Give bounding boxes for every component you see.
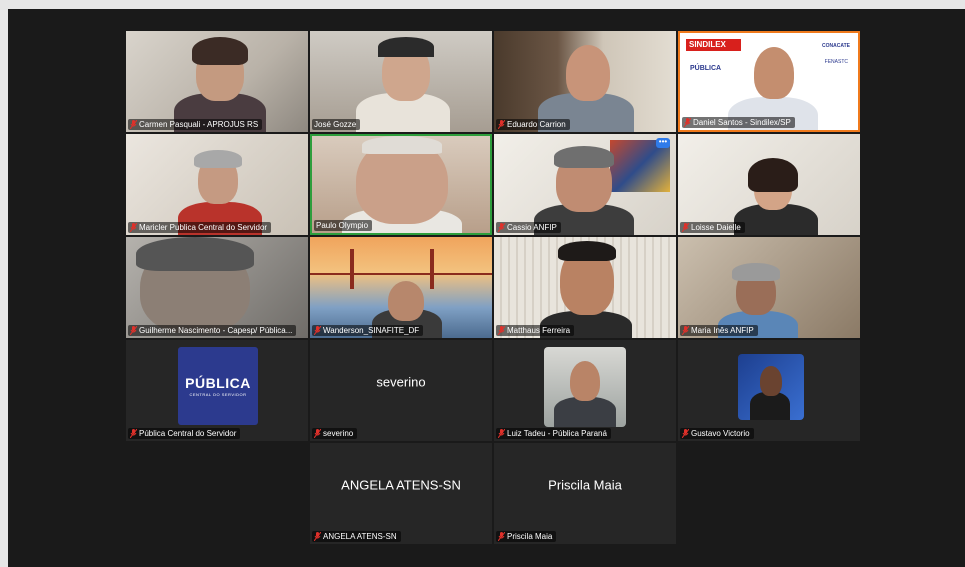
participant-tile[interactable]: ANGELA ATENS-SN ANGELA ATENS-SN — [310, 443, 492, 544]
video-feed — [126, 134, 308, 235]
bridge-tower — [350, 249, 354, 289]
participant-tile[interactable]: Maricler Publica Central do Servidor — [126, 134, 308, 235]
video-feed — [126, 31, 308, 132]
muted-mic-icon — [684, 118, 691, 127]
participant-name: severino — [312, 428, 358, 439]
muted-mic-icon — [130, 120, 137, 129]
participant-grid: Carmen Pasquali - APROJUS RS José Gozze … — [126, 31, 860, 547]
video-feed: SINDILEX PÚBLICA CONACATE FENASTC — [680, 33, 858, 130]
video-feed — [126, 237, 308, 338]
muted-mic-icon — [682, 326, 689, 335]
participant-tile[interactable]: Carmen Pasquali - APROJUS RS — [126, 31, 308, 132]
participant-name: Carmen Pasquali - APROJUS RS — [128, 119, 263, 130]
muted-mic-icon — [314, 429, 321, 438]
muted-mic-icon — [498, 120, 505, 129]
participant-name: Wanderson_SINAFITE_DF — [312, 325, 424, 336]
participant-name: Matthaus Ferreira — [496, 325, 575, 336]
participant-tile[interactable]: SINDILEX PÚBLICA CONACATE FENASTC Daniel… — [678, 31, 860, 132]
participant-name: Daniel Santos - Sindilex/SP — [682, 117, 795, 128]
muted-mic-icon — [130, 326, 137, 335]
participant-name: Maria Inês ANFIP — [680, 325, 758, 336]
muted-mic-icon — [498, 429, 505, 438]
participant-name: Guilherme Nascimento - Capesp/ Pública..… — [128, 325, 297, 336]
participant-tile[interactable]: PÚBLICA CENTRAL DO SERVIDOR Pública Cent… — [126, 340, 308, 441]
muted-mic-icon — [314, 326, 321, 335]
participant-tile[interactable]: Guilherme Nascimento - Capesp/ Pública..… — [126, 237, 308, 338]
video-feed — [678, 237, 860, 338]
participant-placeholder-name: ANGELA ATENS-SN — [341, 477, 461, 493]
muted-mic-icon — [498, 326, 505, 335]
video-feed — [494, 31, 676, 132]
fenastc-logo: FENASTC — [824, 59, 848, 65]
participant-tile[interactable]: Wanderson_SINAFITE_DF — [310, 237, 492, 338]
video-feed — [678, 134, 860, 235]
participant-name: Luiz Tadeu - Pública Paraná — [496, 428, 611, 439]
muted-mic-icon — [498, 223, 505, 232]
participant-tile[interactable]: Priscila Maia Priscila Maia — [494, 443, 676, 544]
participant-tile[interactable]: Maria Inês ANFIP — [678, 237, 860, 338]
video-feed — [494, 237, 676, 338]
muted-mic-icon — [314, 532, 321, 541]
video-feed — [310, 31, 492, 132]
participant-tile[interactable]: José Gozze — [310, 31, 492, 132]
participant-name: José Gozze — [312, 119, 361, 130]
participant-name: Cassio ANFIP — [496, 222, 561, 233]
participant-name: Pública Central do Servidor — [128, 428, 241, 439]
video-feed — [310, 237, 492, 338]
muted-mic-icon — [498, 532, 505, 541]
participant-placeholder-name: severino — [376, 374, 426, 390]
participant-tile[interactable]: Loisse Daielle — [678, 134, 860, 235]
participant-name: Gustavo Victorio — [680, 428, 754, 439]
bridge-tower — [430, 249, 434, 289]
participant-tile[interactable]: Matthaus Ferreira — [494, 237, 676, 338]
participant-tile[interactable]: Gustavo Victorio — [678, 340, 860, 441]
video-feed — [494, 134, 676, 235]
video-gallery: Carmen Pasquali - APROJUS RS José Gozze … — [8, 9, 965, 567]
conacate-logo: CONACATE — [822, 43, 850, 49]
profile-photo — [738, 354, 804, 420]
participant-name: Priscila Maia — [496, 531, 557, 542]
participant-name: ANGELA ATENS-SN — [312, 531, 401, 542]
muted-mic-icon — [130, 223, 137, 232]
participant-tile-active-speaker[interactable]: Paulo Olympio — [310, 134, 492, 235]
participant-tile[interactable]: ••• Cassio ANFIP — [494, 134, 676, 235]
bridge-deck — [310, 273, 492, 275]
publica-logo: PÚBLICA CENTRAL DO SERVIDOR — [178, 347, 258, 425]
participant-tile[interactable]: Luiz Tadeu - Pública Paraná — [494, 340, 676, 441]
muted-mic-icon — [130, 429, 137, 438]
participant-tile[interactable]: severino severino — [310, 340, 492, 441]
more-options-button[interactable]: ••• — [656, 138, 670, 148]
participant-name: Loisse Daielle — [680, 222, 745, 233]
profile-photo — [544, 347, 626, 427]
participant-name: Eduardo Carrion — [496, 119, 570, 130]
participant-tile[interactable]: Eduardo Carrion — [494, 31, 676, 132]
publica-logo: PÚBLICA — [690, 65, 722, 72]
participant-name: Maricler Publica Central do Servidor — [128, 222, 272, 233]
sindilex-logo: SINDILEX — [686, 39, 741, 51]
muted-mic-icon — [682, 223, 689, 232]
muted-mic-icon — [682, 429, 689, 438]
participant-name: Paulo Olympio — [314, 220, 373, 231]
participant-placeholder-name: Priscila Maia — [548, 477, 622, 493]
video-feed — [312, 136, 490, 233]
